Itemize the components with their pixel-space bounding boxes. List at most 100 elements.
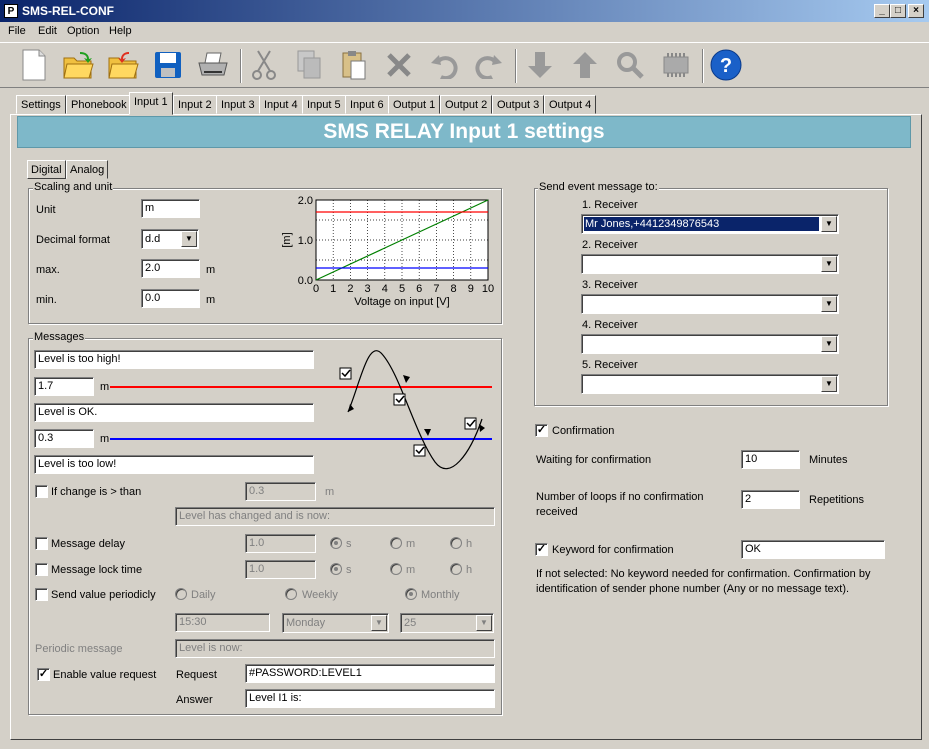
maximize-button[interactable]: □	[890, 4, 906, 18]
chevron-down-icon[interactable]: ▼	[821, 256, 837, 272]
tab-settings[interactable]: Settings	[16, 95, 66, 114]
tab-input-6[interactable]: Input 6	[345, 95, 389, 114]
keyword-label: Keyword for confirmation	[552, 544, 674, 556]
confirmation-checkbox[interactable]: ✓	[535, 424, 548, 437]
answer-input[interactable]: Level I1 is:	[245, 689, 495, 708]
download-arrow-icon[interactable]	[522, 47, 558, 83]
level-illustration	[110, 350, 492, 470]
period-day-value: Monday	[286, 617, 326, 629]
chevron-down-icon[interactable]: ▼	[476, 615, 492, 631]
monthly-label: Monthly	[421, 589, 460, 601]
delay-radio-h[interactable]	[450, 537, 462, 549]
monthly-radio[interactable]	[405, 588, 417, 600]
subtab-digital[interactable]: Digital	[27, 160, 66, 179]
device-icon[interactable]	[658, 47, 694, 83]
keyword-input[interactable]: OK	[741, 540, 885, 559]
waiting-unit: Minutes	[809, 454, 848, 466]
chevron-down-icon[interactable]: ▼	[821, 216, 837, 232]
chevron-down-icon[interactable]: ▼	[821, 296, 837, 312]
chevron-down-icon[interactable]: ▼	[821, 376, 837, 392]
tab-input-4[interactable]: Input 4	[259, 95, 303, 114]
periodic-message-label: Periodic message	[35, 643, 123, 655]
lock-radio-h[interactable]	[450, 563, 462, 575]
tab-input-1[interactable]: Input 1	[129, 92, 173, 115]
high-level-input[interactable]: 1.7	[34, 377, 94, 396]
delay-checkbox[interactable]	[35, 537, 48, 550]
enable-request-checkbox[interactable]: ✓	[37, 668, 50, 681]
save-disk-icon[interactable]	[150, 47, 186, 83]
undo-icon[interactable]	[426, 47, 462, 83]
menu-option[interactable]: Option	[67, 25, 99, 37]
tab-output-1[interactable]: Output 1	[388, 95, 441, 114]
period-date-select[interactable]: 25 ▼	[400, 613, 494, 633]
period-time-input[interactable]: 15:30	[175, 613, 270, 632]
period-day-select[interactable]: Monday ▼	[282, 613, 389, 633]
tab-input-5[interactable]: Input 5	[302, 95, 346, 114]
enable-request-label: Enable value request	[53, 669, 157, 681]
paste-icon[interactable]	[336, 47, 372, 83]
change-message-input[interactable]: Level has changed and is now:	[175, 507, 495, 526]
tab-output-4[interactable]: Output 4	[544, 95, 597, 114]
chevron-down-icon[interactable]: ▼	[821, 336, 837, 352]
svg-text:?: ?	[720, 55, 732, 77]
subtab-analog[interactable]: Analog	[66, 160, 109, 179]
help-icon[interactable]: ?	[708, 47, 744, 83]
lock-radio-s[interactable]	[330, 563, 342, 575]
menu-help[interactable]: Help	[109, 25, 132, 37]
unit-input[interactable]: m	[141, 199, 200, 218]
receiver-5-select[interactable]: ▼	[581, 374, 839, 394]
search-magnifier-icon[interactable]	[612, 47, 648, 83]
menu-edit[interactable]: Edit	[38, 25, 57, 37]
menu-file[interactable]: File	[8, 25, 26, 37]
low-level-input[interactable]: 0.3	[34, 429, 94, 448]
weekly-radio[interactable]	[285, 588, 297, 600]
receiver-4-select[interactable]: ▼	[581, 334, 839, 354]
max-input[interactable]: 2.0	[141, 259, 200, 278]
loops-input[interactable]: 2	[741, 490, 800, 509]
periodic-checkbox[interactable]	[35, 588, 48, 601]
chevron-down-icon[interactable]: ▼	[181, 231, 197, 247]
keyword-checkbox[interactable]: ✓	[535, 543, 548, 556]
tab-phonebook[interactable]: Phonebook	[66, 95, 132, 114]
chart-x-tick-label: 8	[451, 283, 457, 295]
cut-scissors-icon[interactable]	[246, 47, 282, 83]
receiver-2-select[interactable]: ▼	[581, 254, 839, 274]
daily-radio[interactable]	[175, 588, 187, 600]
receiver-5-label: 5. Receiver	[582, 359, 638, 371]
scaling-group-label: Scaling and unit	[33, 181, 114, 193]
chevron-down-icon[interactable]: ▼	[371, 615, 387, 631]
delay-radio-s[interactable]	[330, 537, 342, 549]
receiver-3-select[interactable]: ▼	[581, 294, 839, 314]
decimal-format-select[interactable]: d.d ▼	[141, 229, 199, 249]
lock-input[interactable]: 1.0	[245, 560, 316, 579]
minimize-button[interactable]: _	[874, 4, 890, 18]
change-checkbox[interactable]	[35, 485, 48, 498]
periodic-message-input[interactable]: Level is now:	[175, 639, 495, 658]
chart-x-axis-label: Voltage on input [V]	[354, 296, 449, 308]
folder-undo-icon[interactable]	[105, 47, 141, 83]
delay-input[interactable]: 1.0	[245, 534, 316, 553]
upload-arrow-icon[interactable]	[567, 47, 603, 83]
change-value-input[interactable]: 0.3	[245, 482, 316, 501]
tab-output-3[interactable]: Output 3	[492, 95, 545, 114]
delete-x-icon[interactable]	[381, 47, 417, 83]
min-input[interactable]: 0.0	[141, 289, 200, 308]
lock-radio-m[interactable]	[390, 563, 402, 575]
new-file-icon[interactable]	[16, 47, 52, 83]
printer-icon[interactable]	[195, 47, 231, 83]
open-folder-icon[interactable]	[60, 47, 96, 83]
redo-icon[interactable]	[471, 47, 507, 83]
copy-icon[interactable]	[291, 47, 327, 83]
close-button[interactable]: ×	[908, 4, 924, 18]
messages-group-label: Messages	[33, 331, 86, 343]
delay-radio-m[interactable]	[390, 537, 402, 549]
tab-input-3[interactable]: Input 3	[216, 95, 260, 114]
request-label: Request	[176, 669, 217, 681]
request-input[interactable]: #PASSWORD:LEVEL1	[245, 664, 495, 683]
tab-output-2[interactable]: Output 2	[440, 95, 493, 114]
lock-checkbox[interactable]	[35, 563, 48, 576]
receiver-1-select[interactable]: Mr Jones,+4412349876543 ▼	[581, 214, 839, 234]
waiting-input[interactable]: 10	[741, 450, 800, 469]
chart-x-tick-label: 1	[330, 283, 336, 295]
tab-input-2[interactable]: Input 2	[173, 95, 217, 114]
